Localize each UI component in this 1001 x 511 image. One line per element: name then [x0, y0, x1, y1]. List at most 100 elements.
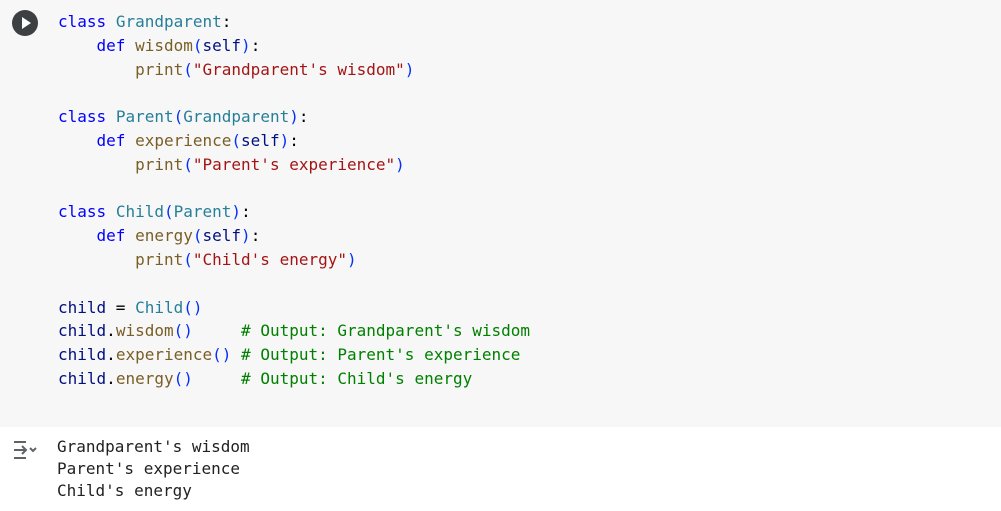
code-token: Parent [173, 202, 232, 222]
code-token: class [58, 202, 107, 222]
code-line: class Parent(Grandparent): [58, 105, 530, 129]
code-token: ) [289, 107, 299, 127]
code-token: ( [173, 107, 184, 127]
code-line: child.energy() # Output: Child's energy [58, 367, 530, 391]
code-token: . [106, 321, 116, 341]
code-token: print [135, 249, 184, 269]
code-line: class Grandparent: [58, 10, 530, 34]
code-line: class Child(Parent): [58, 200, 530, 224]
code-token: . [106, 345, 116, 365]
code-token: ) [241, 35, 251, 55]
code-token: () [183, 297, 203, 317]
code-token: experience [115, 345, 213, 365]
code-token: () [173, 368, 193, 388]
code-token: energy [115, 368, 174, 388]
code-token: ( [183, 59, 193, 79]
code-token: energy [135, 226, 193, 246]
code-token: "Grandparent's wisdom" [192, 59, 405, 79]
output-line: Child's energy [57, 481, 192, 500]
code-token: child [58, 297, 107, 317]
code-line: def experience(self): [58, 129, 530, 153]
code-token: wisdom [135, 35, 193, 55]
code-token: # Output: Parent's experience [241, 345, 521, 365]
code-token: ( [183, 249, 193, 269]
code-token: ( [231, 130, 242, 150]
code-line: def energy(self): [58, 224, 530, 248]
cell-output: Grandparent's wisdom Parent's experience… [57, 436, 250, 502]
code-token: : [250, 35, 261, 55]
code-line: child.wisdom() # Output: Grandparent's w… [58, 319, 530, 343]
code-token: : [221, 12, 232, 31]
code-line: child = Child() [58, 296, 530, 320]
output-line: Grandparent's wisdom [57, 437, 250, 456]
output-line: Parent's experience [57, 459, 241, 478]
code-token: ( [192, 226, 203, 246]
code-token: ( [163, 202, 174, 222]
code-token: ( [183, 154, 193, 174]
code-token: experience [135, 130, 232, 150]
code-token: Child [135, 297, 184, 317]
code-token: Child [115, 202, 164, 222]
code-token: def [96, 130, 126, 150]
run-cell-button[interactable] [12, 10, 38, 36]
code-line: def wisdom(self): [58, 34, 530, 58]
code-token: ) [279, 130, 290, 150]
code-token: : [241, 202, 251, 222]
code-line: child.experience() # Output: Parent's ex… [58, 343, 530, 367]
code-token: "Parent's experience" [192, 154, 396, 174]
output-toggle-icon[interactable] [12, 438, 40, 462]
code-token: self [202, 35, 242, 55]
code-token: ) [231, 202, 242, 222]
play-icon [22, 17, 31, 29]
code-token: ( [192, 35, 203, 55]
code-line: print("Grandparent's wisdom") [58, 58, 530, 82]
code-token: ) [241, 226, 251, 246]
code-token: print [135, 59, 184, 79]
code-token: () [212, 345, 232, 365]
code-editor[interactable]: class Grandparent: def wisdom(self): pri… [58, 10, 530, 391]
code-token: # Output: Child's energy [241, 368, 473, 388]
code-token: child [58, 321, 107, 341]
code-token: child [58, 345, 107, 365]
code-token: def [96, 226, 126, 246]
code-token: Grandparent [115, 12, 222, 31]
code-line: print("Child's energy") [58, 248, 530, 272]
code-token: ) [404, 59, 415, 79]
code-token: # Output: Grandparent's wisdom [241, 321, 531, 341]
code-token: : [289, 130, 299, 150]
code-token: ) [347, 249, 357, 269]
code-token: : [298, 107, 309, 127]
code-token: self [202, 226, 242, 246]
code-token: Parent [115, 107, 174, 127]
code-token: . [106, 368, 116, 388]
code-token: def [96, 35, 126, 55]
code-token: () [173, 321, 193, 341]
code-token: print [135, 154, 184, 174]
code-token: Grandparent [183, 107, 290, 127]
code-token: child [58, 368, 107, 388]
code-token: ) [395, 154, 405, 174]
code-token: class [58, 107, 107, 127]
code-token: self [241, 130, 280, 150]
code-token: class [58, 12, 107, 31]
code-token: : [250, 226, 261, 246]
code-token: "Child's energy" [192, 249, 347, 269]
code-cell[interactable]: class Grandparent: def wisdom(self): pri… [0, 0, 1001, 427]
